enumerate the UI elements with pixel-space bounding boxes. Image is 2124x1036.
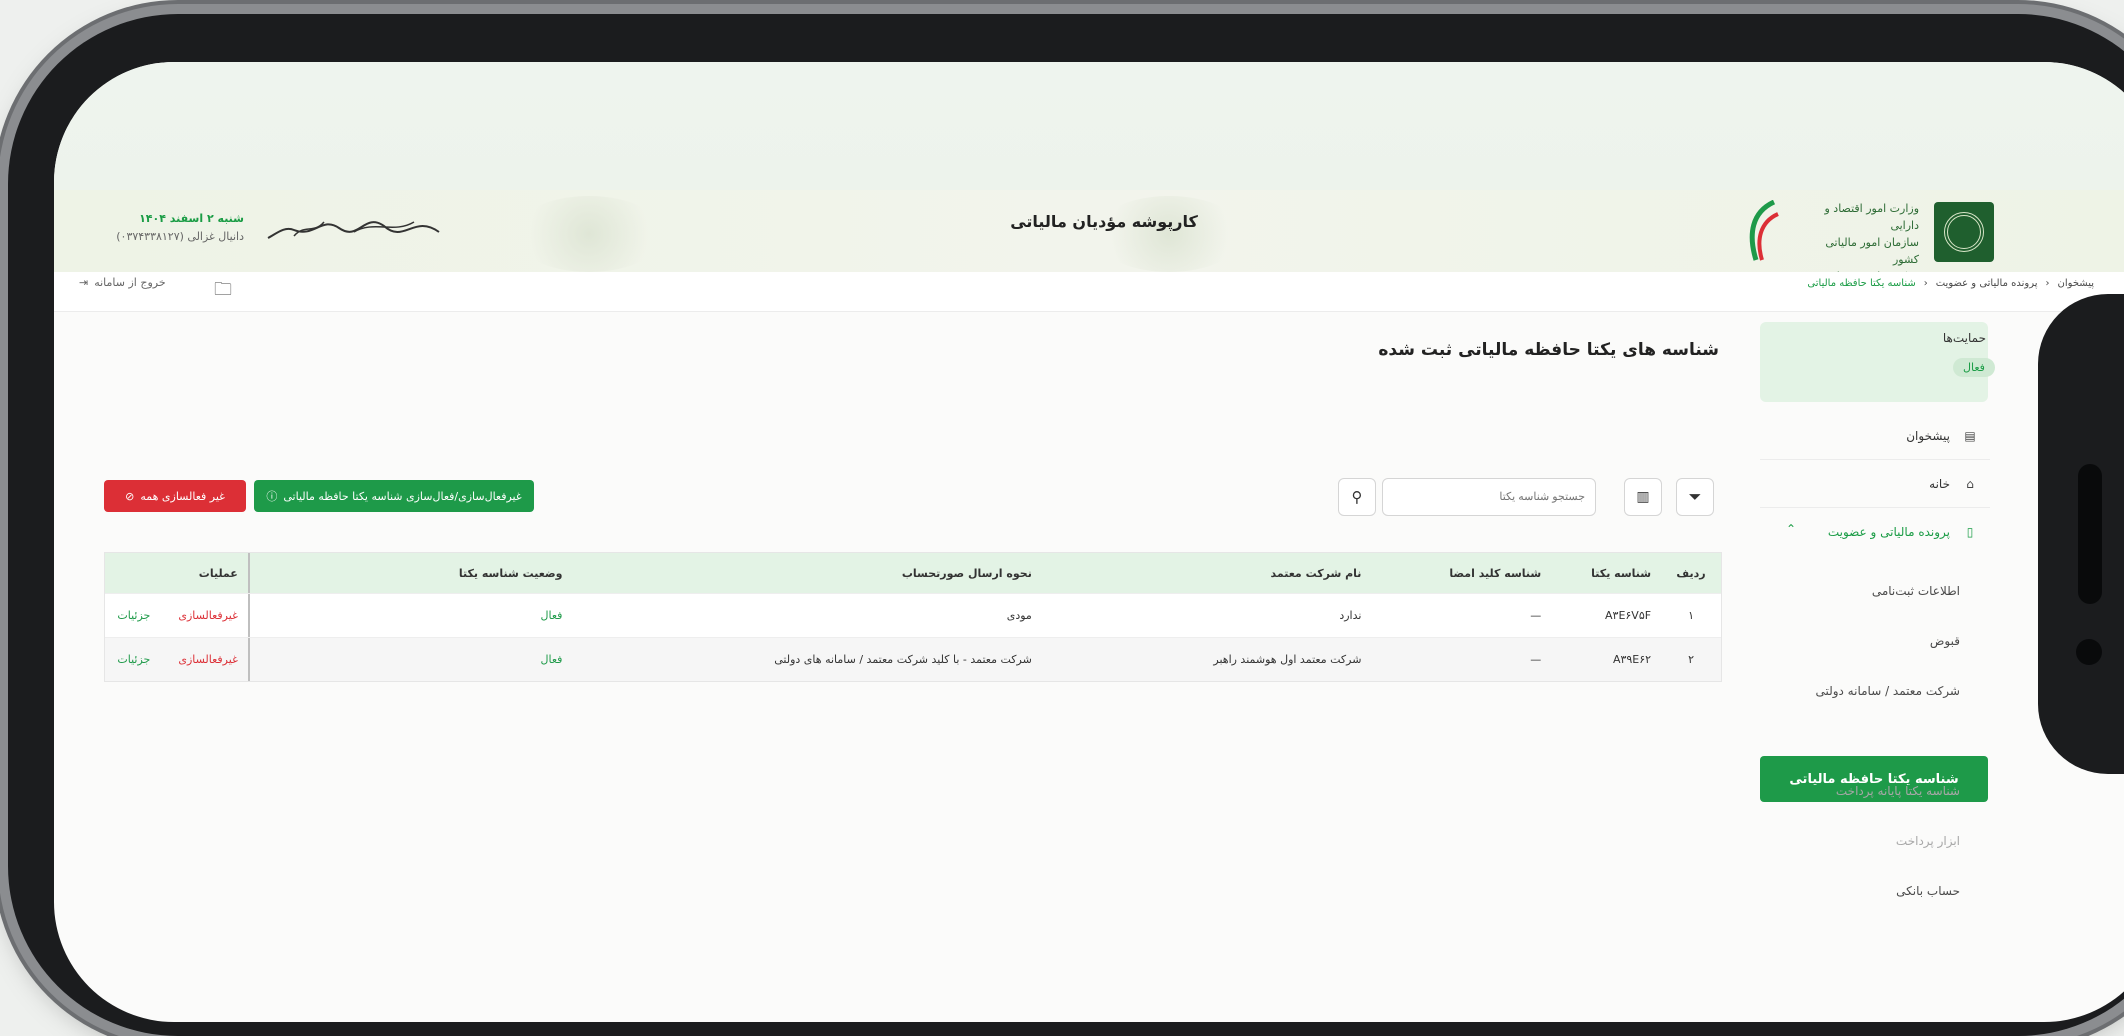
sidebar-item-dashboard[interactable]: ▤ پیشخوان — [1760, 412, 1990, 460]
col-header: شناسه یکتا — [1591, 566, 1652, 580]
speaker — [2078, 464, 2102, 604]
sidebar-section-title: حمایت‌ها — [1942, 331, 1986, 345]
table-row: ۲ A۳۹E۶۲ — شرکت معتمد اول هوشمند راهبر ش… — [105, 637, 1721, 681]
sidebar-item-label: پرونده مالیاتی و عضویت — [1827, 525, 1950, 539]
toggle-activation-button[interactable]: غیرفعال‌سازی/فعال‌سازی شناسه یکتا حافظه … — [254, 480, 534, 512]
ornament-right — [1094, 196, 1244, 272]
cell-unique-id: A۳۹E۶۲ — [1612, 653, 1652, 666]
folder-icon[interactable]: 🗀 — [214, 277, 232, 307]
search-input[interactable] — [1382, 478, 1596, 516]
status-badge: فعال — [1953, 358, 1995, 377]
sidebar-item-label: خانه — [1929, 476, 1950, 491]
home-icon: ⌂ — [1966, 476, 1974, 491]
deactivate-link[interactable]: غیرفعالسازی — [178, 609, 238, 622]
sidebar-subitem[interactable]: اطلاعات ثبت‌نامی — [1760, 584, 1980, 598]
filter-button[interactable]: ⏷ — [1676, 478, 1714, 516]
columns-icon: ▥ — [1636, 489, 1650, 505]
col-header: شناسه کلید امضا — [1449, 566, 1542, 580]
signature-image — [267, 221, 440, 239]
columns-button[interactable]: ▥ — [1624, 478, 1662, 516]
dashboard-icon: ▤ — [1964, 428, 1976, 443]
sidebar-subitem[interactable]: حساب بانکی — [1760, 884, 1980, 898]
app-title: کارپوشه مؤدیان مالیاتی — [1010, 212, 1198, 231]
date-text: شنبه ۲ اسفند ۱۴۰۴ — [139, 212, 244, 225]
cell-sign-key: — — [1530, 609, 1542, 622]
cell-index: ۱ — [1688, 609, 1694, 622]
chevron-up-icon[interactable]: ⌃ — [1786, 522, 1796, 536]
cell-operations: غیرفعالسازی جزئیات — [105, 609, 248, 622]
info-icon: ⓘ — [266, 490, 278, 503]
filter-icon: ⏷ — [1688, 487, 1702, 506]
sidebar-subitem[interactable]: شرکت معتمد / سامانه دولتی — [1760, 684, 1980, 698]
screen: کارپوشه مؤدیان مالیاتی وزارت امور اقتصاد… — [54, 62, 2124, 1022]
breadcrumb: پیشخوان ‹ پرونده مالیاتی و عضویت ‹ شناسه… — [1807, 278, 2094, 289]
cell-company: شرکت معتمد اول هوشمند راهبر — [1213, 653, 1362, 666]
search-button[interactable]: ⚲ — [1338, 478, 1376, 516]
camera — [2076, 639, 2102, 665]
cell-sign-key: — — [1530, 653, 1542, 666]
user-info: شنبه ۲ اسفند ۱۴۰۴ دانیال غزالی (۰۳۷۴۳۳۸۱… — [84, 210, 244, 246]
cell-operations: غیرفعالسازی جزئیات — [105, 653, 248, 666]
file-icon: ▯ — [1966, 525, 1974, 539]
status-text: فعال — [540, 653, 563, 666]
chevron-left-icon: ‹ — [2045, 278, 2050, 289]
chevron-left-icon: ‹ — [1923, 278, 1928, 289]
flag-icon — [1749, 200, 1779, 261]
top-band — [54, 62, 2124, 190]
breadcrumb-item[interactable]: پرونده مالیاتی و عضویت — [1936, 278, 2038, 289]
table-header: ردیف شناسه یکتا شناسه کلید امضا نام شرکت… — [105, 553, 1721, 593]
table-row: ۱ A۳E۶V۵F — ندارد مودی فعال غیرفعالسازی … — [105, 593, 1721, 637]
cell-send-method: شرکت معتمد - با کلید شرکت معتمد / سامانه… — [774, 653, 1032, 666]
logout-button[interactable]: خروج از سامانه ⇥ — [79, 276, 166, 289]
ornament-left — [514, 196, 664, 272]
deactivate-all-button[interactable]: غیر فعالسازی همه ⊘ — [104, 480, 246, 512]
cell-index: ۲ — [1688, 653, 1694, 666]
col-header: ردیف — [1676, 566, 1706, 580]
ministry-line-2: سازمان امور مالیاتی کشور — [1825, 236, 1919, 266]
phone-notch — [2038, 294, 2124, 774]
col-header: نحوه ارسال صورتحساب — [901, 566, 1032, 580]
data-table: ردیف شناسه یکتا شناسه کلید امضا نام شرکت… — [104, 552, 1722, 682]
tax-org-logo — [1934, 202, 1994, 262]
breadcrumb-current: شناسه یکتا حافظه مالیاتی — [1807, 278, 1916, 289]
cell-company: ندارد — [1339, 609, 1362, 622]
deactivate-all-label: غیر فعالسازی همه — [140, 489, 225, 503]
toggle-activation-label: غیرفعال‌سازی/فعال‌سازی شناسه یکتا حافظه … — [283, 489, 522, 503]
user-name: دانیال غزالی (۰۳۷۴۳۳۸۱۲۷) — [116, 230, 244, 243]
cell-status: فعال — [247, 638, 573, 681]
cell-status: فعال — [247, 594, 573, 637]
sidebar-item-home[interactable]: ⌂ خانه — [1760, 460, 1990, 508]
details-link[interactable]: جزئیات — [117, 653, 150, 666]
sidebar-subitem[interactable]: قبوض — [1760, 634, 1980, 648]
sidebar-subitem[interactable]: شناسه یکتا پایانه پرداخت — [1760, 784, 1980, 798]
block-icon: ⊘ — [125, 489, 135, 503]
status-text: فعال — [540, 609, 563, 622]
cell-send-method: مودی — [1006, 609, 1032, 622]
logout-icon: ⇥ — [79, 276, 89, 289]
search-icon: ⚲ — [1351, 488, 1363, 506]
deactivate-link[interactable]: غیرفعالسازی — [178, 653, 238, 666]
sidebar-item-label: پیشخوان — [1906, 428, 1950, 443]
col-header: عملیات — [198, 566, 238, 580]
cell-unique-id: A۳E۶V۵F — [1605, 609, 1652, 622]
phone-frame: کارپوشه مؤدیان مالیاتی وزارت امور اقتصاد… — [8, 14, 2124, 1036]
breadcrumb-item[interactable]: پیشخوان — [2058, 278, 2094, 289]
page-title: شناسه های یکتا حافظه مالیاتی ثبت شده — [1378, 340, 1719, 360]
logout-label: خروج از سامانه — [94, 276, 166, 289]
sidebar-subitem[interactable]: ابزار پرداخت — [1760, 834, 1980, 848]
details-link[interactable]: جزئیات — [117, 609, 150, 622]
col-header: نام شرکت معتمد — [1270, 566, 1362, 580]
ministry-line-1: وزارت امور اقتصاد و دارایی — [1824, 202, 1919, 232]
col-header: وضعیت شناسه یکتا — [247, 553, 573, 593]
